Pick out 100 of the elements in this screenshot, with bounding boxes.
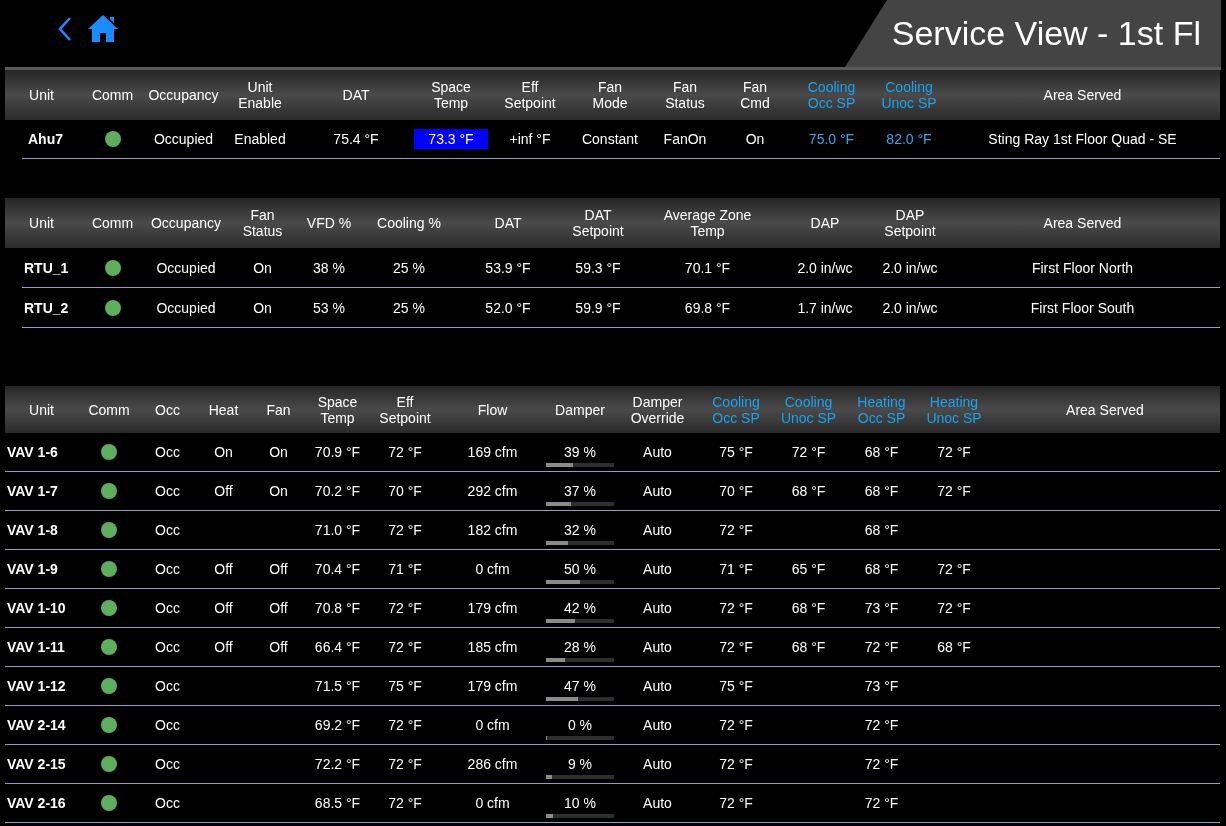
table-cell: Off bbox=[214, 483, 233, 499]
table-cell: Occupied bbox=[156, 259, 216, 276]
table-cell: Occ bbox=[155, 522, 180, 538]
table-cell: 68 °F bbox=[864, 483, 899, 499]
table-cell: Auto bbox=[643, 795, 672, 811]
table-cell: Enabled bbox=[234, 131, 286, 147]
column-header: Cooling % bbox=[376, 215, 442, 231]
unit-name: Ahu7 bbox=[27, 131, 63, 147]
table-cell: 71.0 °F bbox=[314, 522, 361, 538]
table-cell: 72 °F bbox=[388, 717, 422, 733]
column-header: Cooling Unoc SP bbox=[880, 79, 938, 111]
unit-name: RTU_2 bbox=[23, 299, 69, 316]
table-cell: 38 % bbox=[313, 259, 345, 276]
column-header: Fan bbox=[265, 401, 292, 418]
table-cell: 75.0 °F bbox=[808, 131, 855, 147]
home-icon[interactable] bbox=[87, 14, 119, 43]
table-cell: Off bbox=[269, 600, 288, 616]
column-header: Comm bbox=[90, 215, 135, 231]
table-cell: 185 cfm bbox=[467, 639, 518, 655]
table-cell: Auto bbox=[643, 522, 672, 538]
table-cell: Occupied bbox=[153, 131, 214, 147]
unit-name: RTU_1 bbox=[23, 259, 69, 276]
table-cell: 1.7 in/wc bbox=[797, 299, 853, 316]
column-header: DAP Setpoint bbox=[883, 207, 937, 239]
column-header: Fan Mode bbox=[591, 79, 629, 111]
table-cell: Occupied bbox=[156, 299, 216, 316]
table-cell: 72 °F bbox=[937, 600, 971, 616]
table-cell: 75.4 °F bbox=[333, 131, 379, 147]
table-cell: Auto bbox=[643, 561, 672, 577]
table-cell: 72 °F bbox=[719, 717, 753, 733]
table-cell: 32 % bbox=[564, 521, 596, 538]
table-cell: 72 °F bbox=[937, 483, 971, 499]
table-cell: 72 °F bbox=[719, 795, 753, 811]
table-cell: +inf °F bbox=[509, 131, 551, 147]
table-cell: 70.9 °F bbox=[314, 444, 361, 460]
table-cell: Occ bbox=[155, 483, 180, 499]
table-cell: Auto bbox=[643, 600, 672, 616]
table-cell: 65 °F bbox=[791, 561, 826, 577]
column-header: Unit bbox=[28, 87, 55, 103]
column-header: Cooling Occ SP bbox=[711, 393, 761, 426]
table-cell: Occ bbox=[155, 756, 180, 772]
column-header: Area Served bbox=[1065, 401, 1145, 418]
table-cell: 73 °F bbox=[864, 678, 899, 694]
table-cell: 292 cfm bbox=[467, 483, 518, 499]
table-cell: 72 °F bbox=[388, 756, 422, 772]
table-cell: 72 °F bbox=[864, 795, 899, 811]
table-cell: 59.3 °F bbox=[575, 259, 621, 276]
table-cell: 2.0 in/wc bbox=[797, 259, 853, 276]
table-cell: 0 cfm bbox=[475, 717, 510, 733]
unit-name: VAV 1-7 bbox=[6, 483, 58, 499]
unit-name: VAV 1-6 bbox=[6, 444, 58, 460]
page-title: Service View - 1st Fl bbox=[845, 0, 1221, 67]
column-header: Damper Override bbox=[629, 393, 686, 426]
table-cell: 28 % bbox=[564, 638, 596, 655]
table-cell: 69.2 °F bbox=[314, 717, 361, 733]
table-cell: 39 % bbox=[564, 443, 596, 460]
table-cell: 82.0 °F bbox=[886, 131, 932, 147]
column-header: Fan Cmd bbox=[739, 79, 771, 111]
column-header: Flow bbox=[476, 401, 509, 418]
back-icon[interactable] bbox=[57, 15, 73, 42]
table-cell: Occ bbox=[155, 717, 180, 733]
table-cell: Occ bbox=[155, 600, 180, 616]
table-cell: 53 % bbox=[313, 299, 345, 316]
table-cell: 179 cfm bbox=[467, 600, 518, 616]
table-cell: 72 °F bbox=[937, 561, 971, 577]
table-cell: 71 °F bbox=[719, 561, 753, 577]
table-cell: 72 °F bbox=[719, 522, 753, 538]
table-cell: 69.8 °F bbox=[684, 299, 731, 316]
column-header: Space Temp bbox=[316, 393, 359, 426]
table-cell: 70 °F bbox=[719, 483, 753, 499]
table-cell: Auto bbox=[643, 756, 672, 772]
table-cell: Constant bbox=[581, 131, 638, 147]
table-cell: 182 cfm bbox=[467, 522, 518, 538]
table-cell: First Floor North bbox=[1031, 259, 1134, 276]
table-cell: 9 % bbox=[567, 755, 593, 772]
table-cell: 72 °F bbox=[388, 795, 422, 811]
table-cell: 71.5 °F bbox=[314, 678, 361, 694]
table-cell: 50 % bbox=[564, 560, 596, 577]
table-cell: 68 °F bbox=[864, 522, 899, 538]
table-cell: 72 °F bbox=[937, 444, 971, 460]
column-header: Comm bbox=[87, 401, 131, 418]
unit-name: VAV 1-9 bbox=[6, 561, 58, 577]
column-header: DAT bbox=[341, 87, 371, 103]
table-cell: 68 °F bbox=[791, 600, 826, 616]
table-cell: 68 °F bbox=[937, 639, 971, 655]
table-cell: Off bbox=[214, 639, 233, 655]
table-cell: 75 °F bbox=[719, 678, 753, 694]
table-cell: 169 cfm bbox=[467, 444, 518, 460]
table-cell: Off bbox=[214, 600, 233, 616]
unit-name: VAV 2-15 bbox=[6, 756, 66, 772]
unit-name: VAV 1-12 bbox=[6, 678, 66, 694]
column-header: Eff Setpoint bbox=[503, 79, 557, 111]
column-header: Fan Status bbox=[241, 207, 284, 239]
table-cell: Occ bbox=[155, 678, 180, 694]
table-cell: 2.0 in/wc bbox=[882, 299, 938, 316]
table-cell: First Floor South bbox=[1030, 299, 1135, 316]
table-cell: 66.4 °F bbox=[314, 639, 361, 655]
table-cell: Off bbox=[269, 639, 288, 655]
table-cell: 70.4 °F bbox=[314, 561, 361, 577]
column-header: Unit Enable bbox=[237, 79, 283, 111]
